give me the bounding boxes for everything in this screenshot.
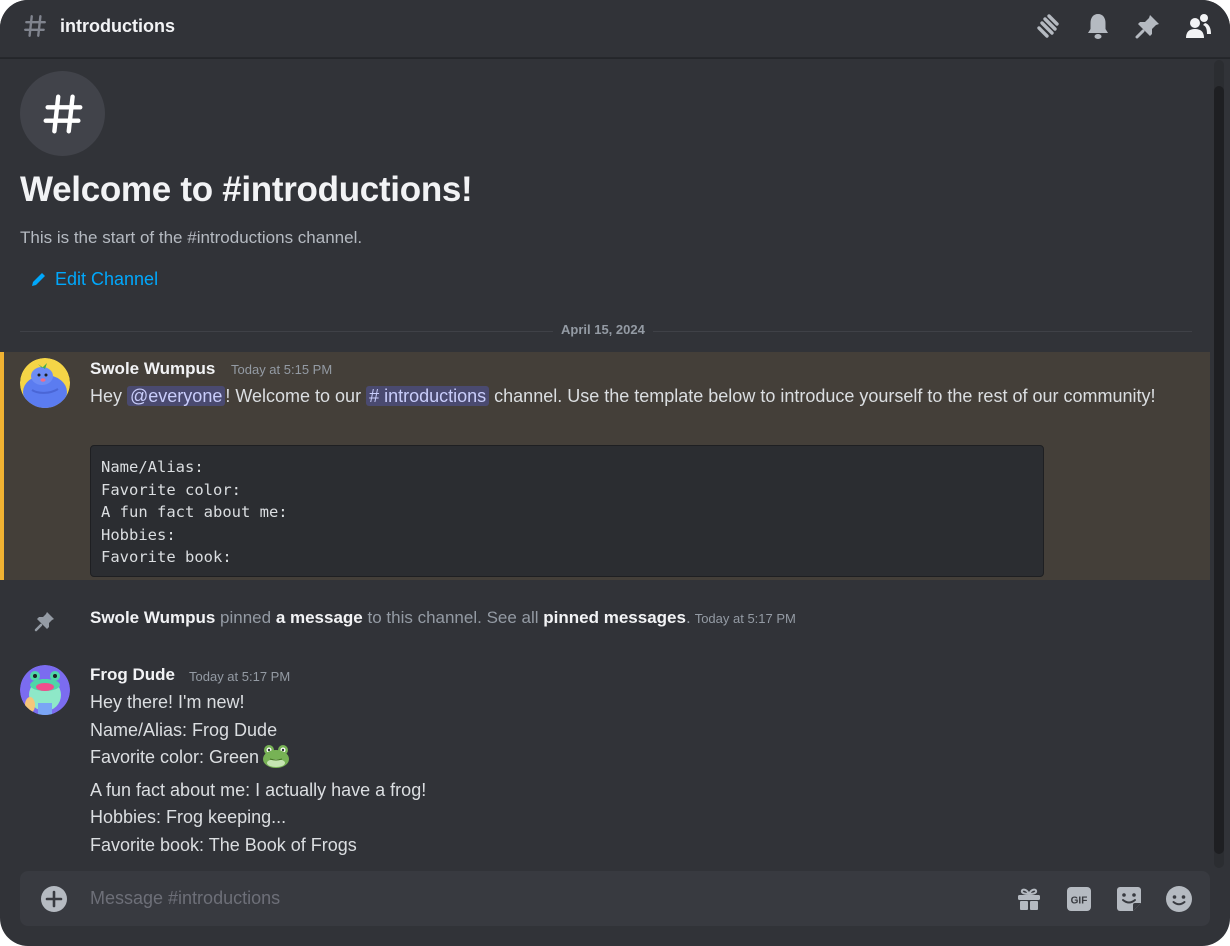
pinned-messages-icon[interactable] [1134,12,1162,40]
message-line: A fun fact about me: I actually have a f… [90,779,427,800]
code-line: Favorite color: [101,480,241,499]
message-timestamp: Today at 5:17 PM [189,669,291,684]
channel-header: introductions [0,0,1230,58]
date-divider-label: April 15, 2024 [553,322,653,337]
scrollbar-thumb[interactable] [1214,86,1224,854]
message-composer: GIF [20,871,1210,926]
message-line: Hobbies: Frog keeping... [90,807,287,827]
svg-text:GIF: GIF [1071,896,1088,907]
avatar-swole-wumpus[interactable] [20,358,70,408]
code-line: Name/Alias: [101,458,204,476]
header-toolbar [1034,12,1212,40]
emoji-picker-icon[interactable] [1164,884,1194,914]
system-timestamp: Today at 5:17 PM [694,611,796,626]
channel-welcome-title: Welcome to #introductions! [20,170,473,209]
message-input[interactable] [90,881,970,916]
everyone-mention[interactable]: @everyone [127,386,226,406]
pinned-messages-link[interactable]: pinned messages [543,608,686,627]
member-list-icon[interactable] [1184,12,1212,40]
notification-bell-icon[interactable] [1084,12,1112,40]
system-text: . [685,608,691,627]
channel-intro-hash-icon [20,71,105,156]
pinned-message-link[interactable]: a message [276,608,363,627]
channel-hash-icon [24,15,46,37]
gift-icon[interactable] [1014,884,1044,914]
edit-channel-link[interactable]: Edit Channel [30,269,158,290]
message-author[interactable]: Frog Dude [90,665,175,685]
system-text: pinned [215,608,276,627]
message-text: Hey [90,386,128,406]
message-line: Favorite book: The Book of Frogs [90,834,357,855]
message-text: ! Welcome to our [225,386,367,406]
avatar-frog-dude[interactable] [20,665,70,715]
message-line: Name/Alias: Frog Dude [90,719,278,740]
composer-toolbar: GIF [1014,884,1194,914]
message-author[interactable]: Swole Wumpus [90,359,215,379]
message-line: Favorite color: Green [90,744,426,777]
pin-icon [34,612,54,632]
edit-channel-label: Edit Channel [55,269,159,289]
message-timestamp: Today at 5:15 PM [231,362,333,377]
code-line: Hobbies: [101,525,176,544]
code-block-template: Name/Alias: Favorite color: A fun fact abo… [90,445,1044,577]
gif-picker-icon[interactable]: GIF [1064,884,1094,914]
code-line: Favorite book: [101,548,232,566]
message-text: channel. Use the template below to intro… [489,386,1156,406]
system-author[interactable]: Swole Wumpus [90,608,215,627]
system-pin-message: Swole Wumpus pinned a message to this ch… [90,608,796,628]
sticker-picker-icon[interactable] [1114,884,1144,914]
message-content: Hey @everyone! Welcome to our # introduc… [90,383,1190,411]
discord-channel-window: introductions Welcome to #introductions!… [0,0,1230,946]
channel-mention[interactable]: # introductions [366,386,490,406]
add-attachment-icon[interactable] [40,885,68,913]
channel-welcome-subtitle: This is the start of the #introductions … [20,228,363,247]
message-line-text: Favorite color: Green [90,747,260,767]
message-line: Hey there! I'm new! [90,692,245,712]
message-content: Hey there! I'm new! Name/Alias: Frog Dud… [90,689,426,859]
code-line: A fun fact about me: [101,503,288,521]
channel-title: introductions [60,16,175,36]
system-text: to this channel. See all [362,608,544,627]
pencil-icon [32,273,45,286]
threads-icon[interactable] [1034,12,1062,40]
frog-emoji-icon [262,744,290,777]
